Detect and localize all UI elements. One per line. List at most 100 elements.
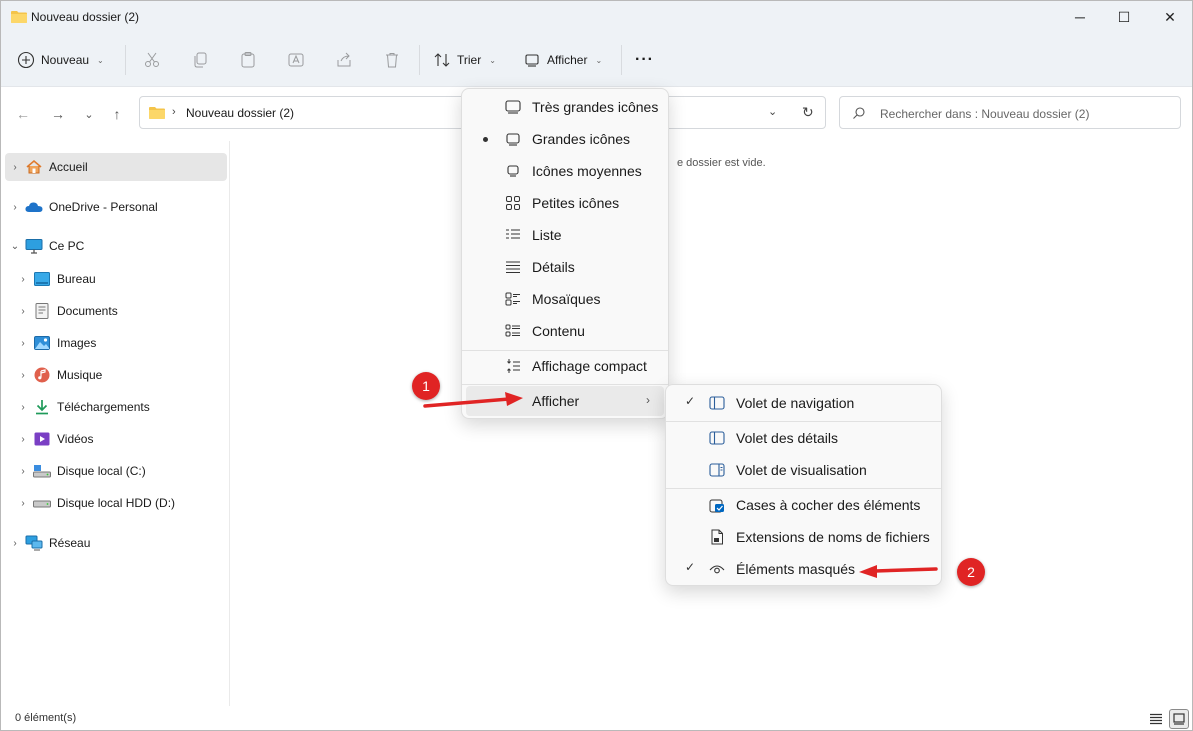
chevron-down-icon: ⌄ (84, 108, 94, 121)
details-view-button[interactable] (1146, 709, 1166, 729)
menu-item-item-checkboxes[interactable]: Cases à cocher des éléments (670, 490, 937, 520)
scissors-icon (139, 47, 165, 73)
details-icon (504, 259, 522, 275)
menu-item-show[interactable]: Afficher › (466, 386, 664, 416)
sidebar-item-images[interactable]: › Images (13, 329, 227, 357)
menu-item-label: Affichage compact (532, 358, 647, 374)
sidebar-item-documents[interactable]: › Documents (13, 297, 227, 325)
share-button[interactable] (331, 47, 357, 73)
menu-item-label: Volet de navigation (736, 395, 855, 411)
expand-chevron-icon[interactable]: › (13, 402, 33, 413)
sidebar-item-accueil[interactable]: › Accueil (5, 153, 227, 181)
title-bar[interactable]: Nouveau dossier (2) ─ ☐ ✕ (1, 1, 1192, 33)
minimize-button[interactable]: ─ (1057, 1, 1103, 33)
network-icon (25, 535, 43, 551)
breadcrumb-current[interactable]: Nouveau dossier (2) (186, 106, 294, 120)
navigation-pane: › Accueil › OneDrive - Personal ⌄ Ce PC … (1, 141, 230, 706)
sidebar-item-reseau[interactable]: › Réseau (5, 529, 227, 557)
sidebar-item-onedrive[interactable]: › OneDrive - Personal (5, 193, 227, 221)
clipboard-icon (235, 47, 261, 73)
menu-item-small-icons[interactable]: Petites icônes (466, 188, 664, 218)
menu-item-content[interactable]: Contenu (466, 316, 664, 346)
computer-icon (25, 238, 43, 254)
desktop-icon (33, 271, 51, 287)
copy-button[interactable] (187, 47, 213, 73)
close-button[interactable]: ✕ (1147, 1, 1193, 33)
new-button-label: Nouveau (41, 53, 90, 67)
sidebar-item-musique[interactable]: › Musique (13, 361, 227, 389)
expand-chevron-icon[interactable]: › (13, 338, 33, 349)
separator (419, 45, 420, 75)
rename-button[interactable] (283, 47, 309, 73)
sidebar-item-disque-c[interactable]: › Disque local (C:) (13, 457, 227, 485)
arrow-right-icon: → (51, 106, 65, 122)
close-icon: ✕ (1164, 8, 1176, 25)
recent-locations-button[interactable]: ⌄ (77, 102, 101, 126)
chevron-down-icon: ⌄ (595, 55, 603, 65)
maximize-button[interactable]: ☐ (1101, 1, 1147, 33)
expand-chevron-icon[interactable]: › (5, 202, 25, 213)
sidebar-item-videos[interactable]: › Vidéos (13, 425, 227, 453)
sort-button-label: Trier (457, 53, 482, 67)
video-icon (33, 431, 51, 447)
menu-item-compact-view[interactable]: Affichage compact (466, 351, 664, 381)
delete-button[interactable] (379, 47, 405, 73)
image-icon (33, 335, 51, 351)
medium-icons-icon (504, 163, 522, 179)
expand-chevron-icon[interactable]: › (13, 370, 33, 381)
collapse-chevron-icon[interactable]: ⌄ (5, 241, 25, 252)
paste-button[interactable] (235, 47, 261, 73)
more-options-button[interactable]: ··· (635, 47, 654, 73)
content-view-icon (504, 323, 522, 339)
expand-chevron-icon[interactable]: › (13, 274, 33, 285)
details-view-icon (1150, 713, 1162, 725)
expand-chevron-icon[interactable]: › (13, 498, 33, 509)
expand-chevron-icon[interactable]: › (13, 306, 33, 317)
sidebar-item-label: Documents (57, 304, 118, 318)
expand-chevron-icon[interactable]: › (13, 466, 33, 477)
sort-icon (434, 53, 450, 67)
cut-button[interactable] (139, 47, 165, 73)
large-icons-view-button[interactable] (1169, 709, 1189, 729)
up-button[interactable]: ↑ (105, 102, 129, 126)
expand-chevron-icon[interactable]: › (13, 434, 33, 445)
menu-item-extra-large-icons[interactable]: Très grandes icônes (466, 92, 664, 122)
menu-item-label: Très grandes icônes (532, 99, 659, 115)
menu-item-tiles[interactable]: Mosaïques (466, 284, 664, 314)
forward-button[interactable]: → (46, 102, 70, 126)
menu-item-large-icons[interactable]: Grandes icônes (466, 124, 664, 154)
separator (125, 45, 126, 75)
menu-item-hidden-items[interactable]: ✓ Éléments masqués (670, 554, 937, 584)
menu-item-file-extensions[interactable]: Extensions de noms de fichiers (670, 522, 937, 552)
menu-item-label: Volet des détails (736, 430, 838, 446)
menu-item-list[interactable]: Liste (466, 220, 664, 250)
annotation-badge-2: 2 (957, 558, 985, 586)
new-button[interactable]: Nouveau ⌄ (17, 47, 104, 73)
search-box[interactable]: Rechercher dans : Nouveau dossier (2) (839, 96, 1181, 129)
menu-item-details[interactable]: Détails (466, 252, 664, 282)
breadcrumb-separator-icon[interactable]: › (172, 106, 176, 118)
plus-circle-icon (17, 51, 35, 69)
preview-pane-icon (708, 462, 726, 478)
rename-icon (283, 47, 309, 73)
back-button[interactable]: ← (11, 102, 35, 126)
sidebar-item-telechargements[interactable]: › Téléchargements (13, 393, 227, 421)
expand-chevron-icon[interactable]: › (5, 538, 25, 549)
menu-item-label: Liste (532, 227, 562, 243)
menu-item-label: Cases à cocher des éléments (736, 497, 921, 513)
sort-button[interactable]: Trier ⌄ (433, 47, 496, 73)
menu-item-medium-icons[interactable]: Icônes moyennes (466, 156, 664, 186)
expand-chevron-icon[interactable]: › (5, 162, 25, 173)
document-icon (33, 303, 51, 319)
share-icon (331, 47, 357, 73)
refresh-icon[interactable]: ↻ (802, 104, 814, 121)
address-dropdown-icon[interactable]: ⌄ (768, 105, 777, 118)
menu-item-preview-pane[interactable]: Volet de visualisation (670, 455, 937, 485)
view-button[interactable]: Afficher ⌄ (523, 47, 602, 73)
menu-item-details-pane[interactable]: Volet des détails (670, 423, 937, 453)
sidebar-item-ce-pc[interactable]: ⌄ Ce PC (5, 232, 227, 260)
compact-view-icon (504, 358, 522, 374)
menu-item-navigation-pane[interactable]: ✓ Volet de navigation (670, 388, 937, 418)
sidebar-item-bureau[interactable]: › Bureau (13, 265, 227, 293)
sidebar-item-disque-d[interactable]: › Disque local HDD (D:) (13, 489, 227, 517)
